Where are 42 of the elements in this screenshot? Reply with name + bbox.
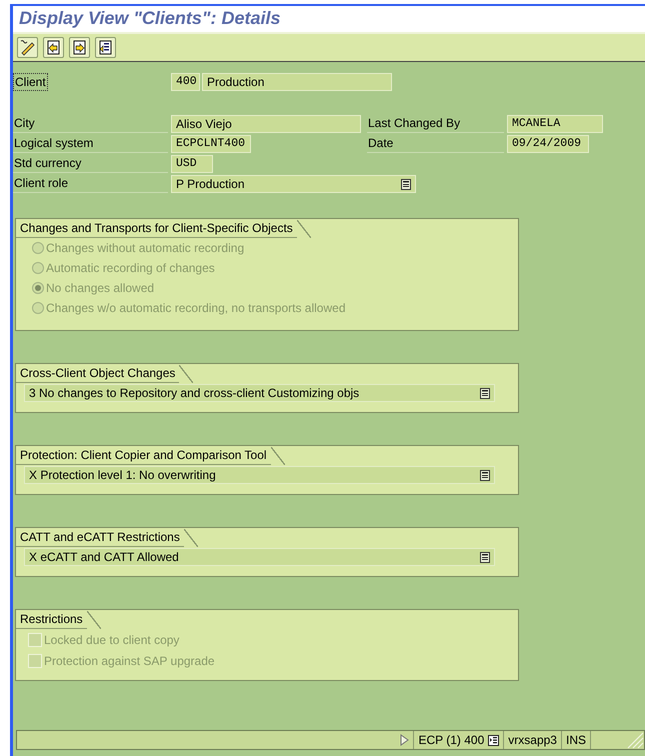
field-label: Std currency — [13, 155, 168, 173]
dropdown-field[interactable]: X Protection level 1: No overwriting — [24, 466, 495, 484]
input-mode: INS — [560, 731, 590, 749]
session-info: ECP (1) 400 — [418, 732, 484, 749]
group-title: CATT and eCATT Restrictions — [16, 529, 198, 547]
input-field: 09/24/2009 — [507, 135, 589, 153]
list-icon[interactable] — [480, 388, 490, 398]
document-left-arrow-button[interactable] — [43, 37, 64, 58]
expand-triangle-icon[interactable] — [400, 734, 410, 746]
field-label: Last Changed By — [367, 115, 504, 133]
input-field: Aliso Viejo — [171, 115, 361, 133]
group-title: Protection: Client Copier and Comparison Tool — [16, 447, 285, 465]
list-icon[interactable] — [401, 178, 411, 190]
list-icon[interactable] — [480, 552, 490, 562]
radio-label: No changes allowed — [46, 280, 154, 297]
input-field: ECPCLNT400 — [171, 135, 251, 153]
client-number-field: 400 — [171, 73, 200, 91]
dropdown-field[interactable]: X eCATT and CATT Allowed — [24, 548, 495, 566]
group-title: Changes and Transports for Client-Specific Objects — [16, 220, 311, 238]
client-name-field: Production — [202, 73, 392, 91]
group-title: Restrictions — [16, 611, 101, 629]
field-label: Client — [13, 73, 48, 91]
radio-label: Changes w/o automatic recording, no transports allowed — [46, 300, 346, 317]
system-info-icon[interactable] — [488, 734, 500, 746]
document-right-arrow-button[interactable] — [69, 37, 90, 58]
checkbox-label: Locked due to client copy — [44, 632, 180, 648]
dropdown-field[interactable]: 3 No changes to Repository and cross-client Customizing objs — [24, 384, 495, 402]
field-label: Date — [367, 135, 504, 153]
pencil-button[interactable] — [17, 37, 38, 58]
checkbox-label: Protection against SAP upgrade — [44, 652, 215, 670]
radio-label: Automatic recording of changes — [46, 260, 215, 277]
input-field: USD — [171, 155, 213, 173]
list-arrow-button[interactable] — [95, 37, 116, 58]
dropdown-field[interactable]: P Production — [171, 175, 416, 193]
field-label: City — [13, 115, 168, 133]
field-label: Logical system — [13, 135, 168, 153]
field-label: Client role — [13, 175, 168, 193]
group-title: Cross-Client Object Changes — [16, 365, 194, 383]
server-name: vrxsapp3 — [503, 731, 561, 749]
list-icon[interactable] — [480, 470, 490, 480]
input-field: MCANELA — [507, 115, 603, 133]
radio-label: Changes without automatic recording — [46, 240, 244, 257]
